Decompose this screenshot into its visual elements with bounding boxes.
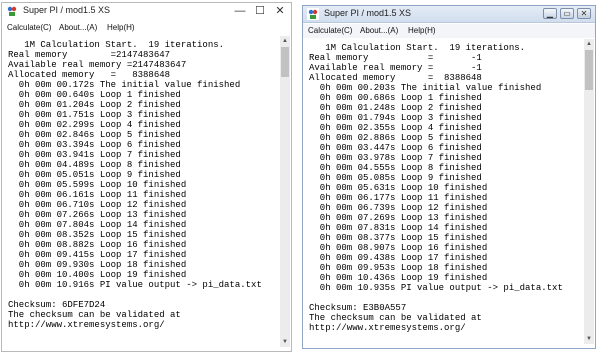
output-line: Allocated memory = 8388648	[8, 70, 171, 80]
output-text-area[interactable]: 1M Calculation Start. 19 iterations. Rea…	[306, 39, 583, 344]
output-line: 0h 00m 07.831s Loop 14 finished	[309, 223, 488, 233]
output-line: 0h 00m 02.846s Loop 5 finished	[8, 130, 181, 140]
output-line: Available real memory =2147483647	[8, 60, 187, 70]
output-line: 0h 00m 10.436s Loop 19 finished	[309, 273, 488, 283]
output-line: 0h 00m 08.907s Loop 16 finished	[309, 243, 488, 253]
output-line: 0h 00m 03.394s Loop 6 finished	[8, 140, 181, 150]
minimize-button[interactable]: ▁	[543, 8, 557, 19]
output-line: 0h 00m 10.935s PI value output -> pi_dat…	[309, 283, 563, 293]
scroll-down-arrow-icon[interactable]: ▼	[280, 337, 290, 347]
output-line: The checksum can be validated at	[8, 310, 181, 320]
output-line: 0h 00m 06.710s Loop 12 finished	[8, 200, 187, 210]
output-line: 0h 00m 02.355s Loop 4 finished	[309, 123, 482, 133]
checksum-line: Checksum: E3B0A557	[309, 303, 407, 313]
maximize-button[interactable]: ▭	[560, 8, 574, 19]
scroll-thumb[interactable]	[281, 47, 289, 77]
window-title: Super PI / mod1.5 XS	[324, 8, 412, 18]
output-line: 1M Calculation Start. 19 iterations.	[309, 43, 526, 53]
title-bar[interactable]: Super PI / mod1.5 XS — ☐ ✕	[2, 3, 291, 20]
output-line: 1M Calculation Start. 19 iterations.	[8, 40, 225, 50]
scroll-thumb[interactable]	[585, 50, 593, 90]
output-line: 0h 00m 05.631s Loop 10 finished	[309, 183, 488, 193]
menu-about[interactable]: About...(A)	[59, 23, 97, 32]
output-line: 0h 00m 01.204s Loop 2 finished	[8, 100, 181, 110]
vertical-scrollbar[interactable]: ▲ ▼	[280, 36, 290, 347]
output-line: 0h 00m 06.177s Loop 11 finished	[309, 193, 488, 203]
title-bar[interactable]: Super PI / mod1.5 XS ▁ ▭ ✕	[303, 6, 595, 23]
superpi-window-left: Super PI / mod1.5 XS — ☐ ✕ Calculate(C) …	[1, 2, 292, 352]
output-line: 0h 00m 01.794s Loop 3 finished	[309, 113, 482, 123]
scroll-up-arrow-icon[interactable]: ▲	[584, 39, 594, 49]
output-line: 0h 00m 04.489s Loop 8 finished	[8, 160, 181, 170]
output-line: 0h 00m 09.438s Loop 17 finished	[309, 253, 488, 263]
close-button[interactable]: ✕	[271, 4, 289, 18]
menu-calculate[interactable]: Calculate(C)	[308, 26, 352, 35]
output-line: 0h 00m 07.269s Loop 13 finished	[309, 213, 488, 223]
output-line: 0h 00m 02.299s Loop 4 finished	[8, 120, 181, 130]
superpi-window-right: Super PI / mod1.5 XS ▁ ▭ ✕ Calculate(C) …	[302, 5, 596, 349]
output-line: 0h 00m 00.172s The initial value finishe…	[8, 80, 241, 90]
maximize-button[interactable]: ☐	[251, 4, 269, 18]
output-line: 0h 00m 06.161s Loop 11 finished	[8, 190, 187, 200]
superpi-app-icon	[6, 5, 18, 17]
menu-calculate[interactable]: Calculate(C)	[7, 23, 51, 32]
output-line: 0h 00m 06.739s Loop 12 finished	[309, 203, 488, 213]
output-line: 0h 00m 00.640s Loop 1 finished	[8, 90, 181, 100]
output-line: 0h 00m 02.886s Loop 5 finished	[309, 133, 482, 143]
output-line: 0h 00m 03.941s Loop 7 finished	[8, 150, 181, 160]
scroll-up-arrow-icon[interactable]: ▲	[280, 36, 290, 46]
output-line: 0h 00m 10.916s PI value output -> pi_dat…	[8, 280, 262, 290]
output-line: 0h 00m 09.953s Loop 18 finished	[309, 263, 488, 273]
superpi-app-icon	[307, 8, 319, 20]
output-line: 0h 00m 08.377s Loop 15 finished	[309, 233, 488, 243]
output-line: 0h 00m 05.085s Loop 9 finished	[309, 173, 482, 183]
menu-help[interactable]: Help(H)	[107, 23, 135, 32]
output-line: 0h 00m 09.930s Loop 18 finished	[8, 260, 187, 270]
output-text-area[interactable]: 1M Calculation Start. 19 iterations. Rea…	[5, 36, 279, 347]
output-line: Available real memory = -1	[309, 63, 482, 73]
close-button[interactable]: ✕	[577, 8, 591, 19]
menu-about[interactable]: About...(A)	[360, 26, 398, 35]
vertical-scrollbar[interactable]: ▲ ▼	[584, 39, 594, 344]
minimize-button[interactable]: —	[231, 4, 249, 18]
menu-bar: Calculate(C) About...(A) Help(H)	[303, 24, 595, 38]
menu-bar: Calculate(C) About...(A) Help(H)	[2, 21, 291, 35]
output-line: 0h 00m 05.599s Loop 10 finished	[8, 180, 187, 190]
output-line: 0h 00m 09.415s Loop 17 finished	[8, 250, 187, 260]
output-line: 0h 00m 07.266s Loop 13 finished	[8, 210, 187, 220]
output-line: 0h 00m 07.804s Loop 14 finished	[8, 220, 187, 230]
output-line: 0h 00m 04.555s Loop 8 finished	[309, 163, 482, 173]
window-title: Super PI / mod1.5 XS	[23, 5, 111, 15]
scroll-down-arrow-icon[interactable]: ▼	[584, 334, 594, 344]
output-line: Real memory = -1	[309, 53, 482, 63]
output-line: 0h 00m 10.400s Loop 19 finished	[8, 270, 187, 280]
checksum-line: Checksum: 6DFE7D24	[8, 300, 106, 310]
output-line: 0h 00m 05.051s Loop 9 finished	[8, 170, 181, 180]
output-line: Allocated memory = 8388648	[309, 73, 482, 83]
output-line: 0h 00m 03.978s Loop 7 finished	[309, 153, 482, 163]
output-line: 0h 00m 01.248s Loop 2 finished	[309, 103, 482, 113]
output-line: 0h 00m 00.203s The initial value finishe…	[309, 83, 542, 93]
output-line: http://www.xtremesystems.org/	[8, 320, 165, 330]
output-line: 0h 00m 08.352s Loop 15 finished	[8, 230, 187, 240]
output-line: 0h 00m 03.447s Loop 6 finished	[309, 143, 482, 153]
output-line: The checksum can be validated at	[309, 313, 482, 323]
menu-help[interactable]: Help(H)	[408, 26, 436, 35]
output-line: http://www.xtremesystems.org/	[309, 323, 466, 333]
output-line: Real memory =2147483647	[8, 50, 171, 60]
output-line: 0h 00m 01.751s Loop 3 finished	[8, 110, 181, 120]
output-line: 0h 00m 08.882s Loop 16 finished	[8, 240, 187, 250]
output-line: 0h 00m 00.686s Loop 1 finished	[309, 93, 482, 103]
